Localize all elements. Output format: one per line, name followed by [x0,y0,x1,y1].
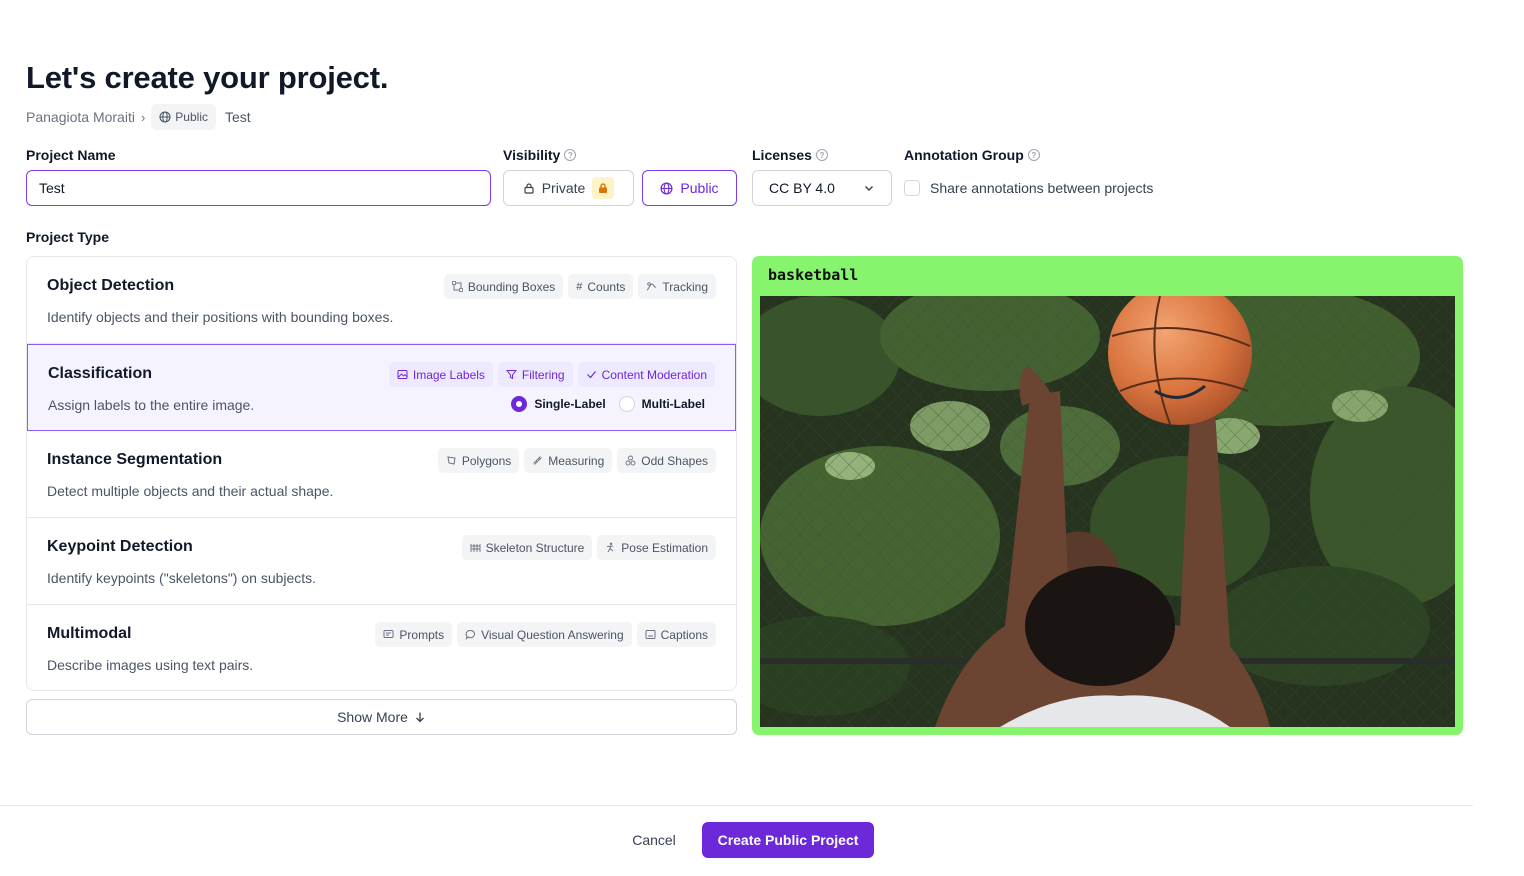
lock-icon [524,183,534,194]
tag-polygons: Polygons [437,448,520,473]
checkbox[interactable] [904,180,920,196]
breadcrumb: Panagiota Moraiti › Public Test [26,104,251,130]
show-more-button[interactable]: Show More [26,699,737,735]
project-type-list: Object Detection Identify objects and th… [26,256,737,691]
project-type-keypoint-detection[interactable]: Keypoint Detection Identify keypoints ("… [27,518,736,605]
radio-empty-icon[interactable] [618,396,635,412]
image-icon [397,370,408,379]
radio-selected-icon[interactable] [511,396,528,412]
visibility-private-button[interactable]: Private [503,170,634,206]
visibility-label: Visibility? [503,147,577,163]
shapes-icon [625,455,636,466]
chevron-down-icon [865,186,873,191]
annotation-group-label: Annotation Group? [904,147,1040,163]
caption-icon [645,630,656,639]
share-annotations-checkbox[interactable]: Share annotations between projects [904,180,1153,196]
hash-icon: # [576,280,583,293]
project-name-label: Project Name [26,147,116,163]
tag-skeleton-structure: Skeleton Structure [461,535,593,560]
visibility-badge: Public [151,104,216,130]
project-name-input[interactable] [26,170,491,206]
filter-icon [505,370,517,380]
multi-label-radio[interactable]: Multi-Label [618,396,705,412]
pose-icon [607,542,614,553]
project-type-label: Project Type [26,229,109,245]
tag-captions: Captions [636,622,716,647]
bounding-box-icon [451,281,463,292]
project-type-classification[interactable]: Classification Assign labels to the enti… [27,344,736,431]
example-preview: basketball [752,256,1463,735]
basketball-player-image [760,296,1455,727]
polygon-icon [447,456,456,465]
prompt-icon [383,630,394,638]
check-icon [586,371,596,379]
tag-pose-estimation: Pose Estimation [597,535,716,560]
label-mode-radio-group: Single-Label Multi-Label [511,396,705,412]
visibility-public-button[interactable]: Public [642,170,737,206]
tag-prompts: Prompts [375,622,453,647]
breadcrumb-project: Test [224,109,251,125]
page-title: Let's create your project. [26,60,389,95]
ruler-icon [533,456,543,465]
arrow-down-icon [415,712,424,723]
globe-icon [159,111,171,123]
preview-class-label: basketball [768,266,859,284]
tracking-icon [647,282,657,291]
globe-icon [660,181,673,195]
tag-bounding-boxes: Bounding Boxes [443,274,564,299]
premium-lock-icon [592,177,615,199]
tag-filtering: Filtering [497,362,573,387]
license-select[interactable]: CC BY 4.0 [752,170,892,206]
chat-icon [465,629,476,640]
breadcrumb-owner[interactable]: Panagiota Moraiti [26,109,135,125]
skeleton-icon [470,544,481,552]
help-icon[interactable]: ? [564,149,577,161]
tag-image-labels: Image Labels [388,362,493,387]
tag-counts: # Counts [568,274,634,299]
help-icon[interactable]: ? [1027,149,1040,161]
single-label-radio[interactable]: Single-Label [511,396,606,412]
tag-content-moderation: Content Moderation [577,362,715,387]
project-type-object-detection[interactable]: Object Detection Identify objects and th… [27,257,736,344]
licenses-label: Licenses? [752,147,828,163]
tag-measuring: Measuring [524,448,613,473]
cancel-button[interactable]: Cancel [618,822,690,858]
project-type-instance-segmentation[interactable]: Instance Segmentation Detect multiple ob… [27,431,736,518]
tag-odd-shapes: Odd Shapes [617,448,716,473]
tag-visual-question-answering: Visual Question Answering [457,622,632,647]
footer-divider [0,805,1473,806]
project-type-multimodal[interactable]: Multimodal Describe images using text pa… [27,605,736,690]
create-project-button[interactable]: Create Public Project [702,822,874,858]
chevron-right-icon: › [140,109,146,125]
tag-tracking: Tracking [638,274,716,299]
help-icon[interactable]: ? [815,149,828,161]
